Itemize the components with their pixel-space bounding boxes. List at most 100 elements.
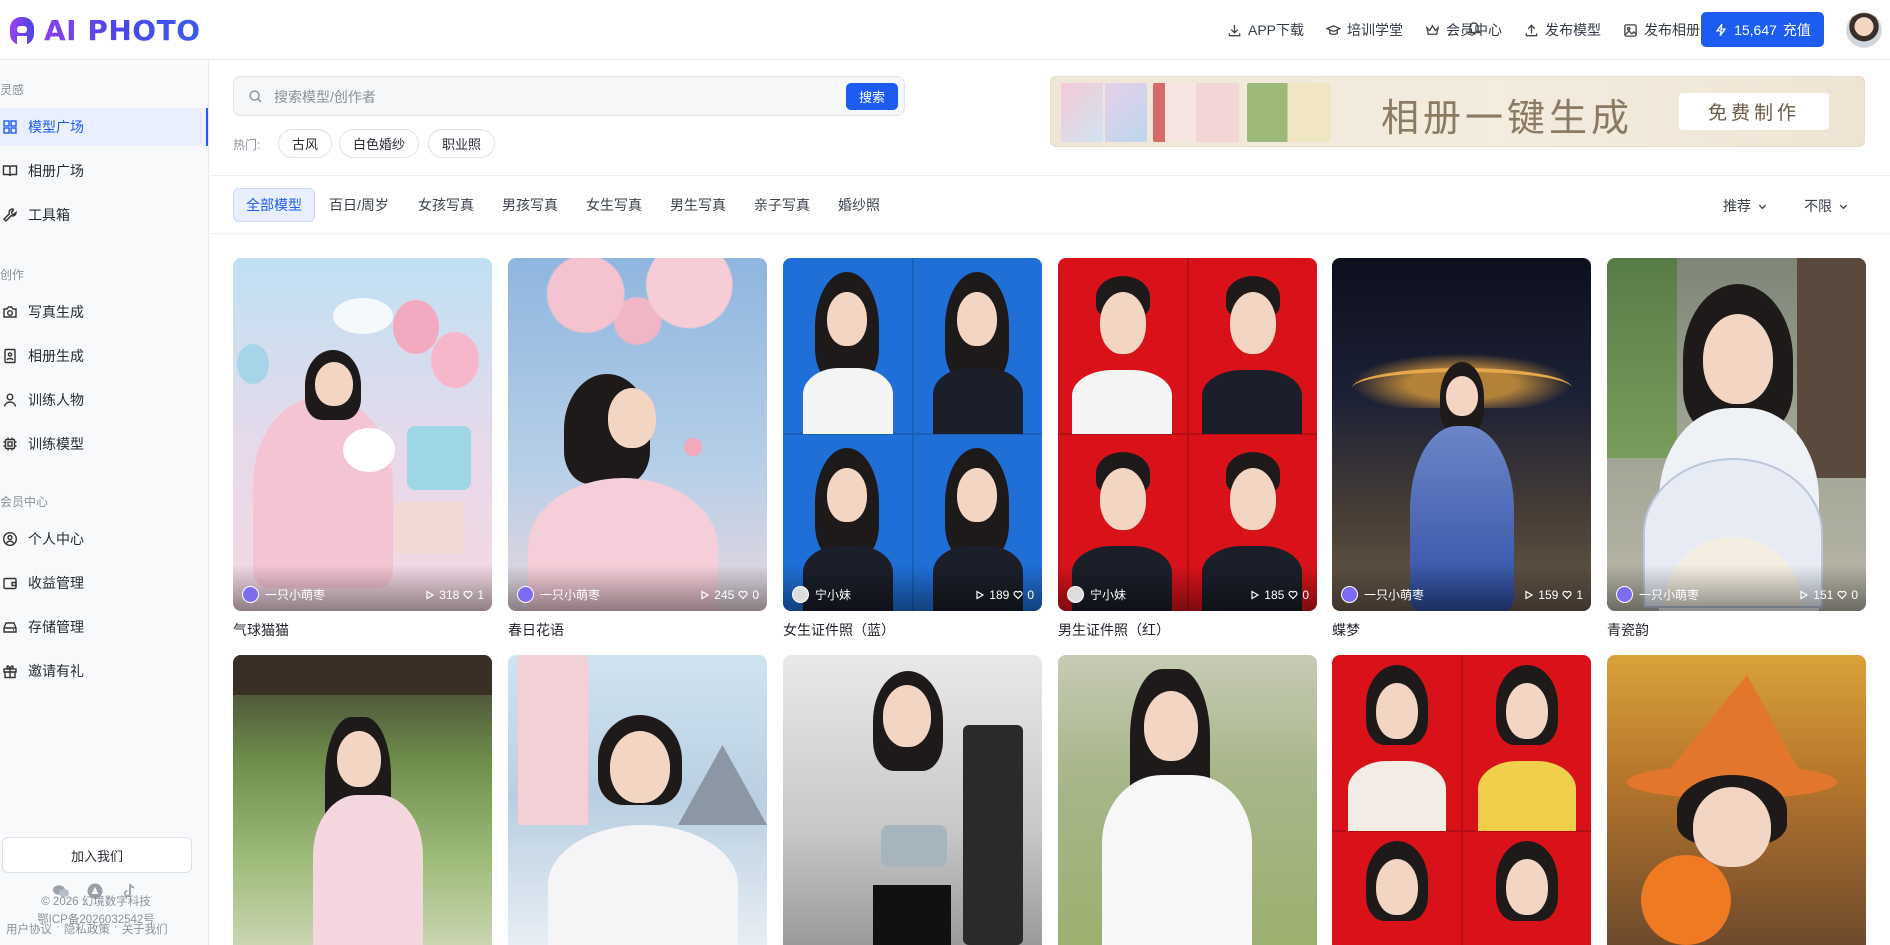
sidebar-item-model-square[interactable]: 模型广场 xyxy=(0,108,208,146)
range-dropdown[interactable]: 不限 xyxy=(1804,196,1849,216)
tab-man[interactable]: 男生写真 xyxy=(658,188,738,222)
gift-icon xyxy=(3,665,17,679)
image-icon xyxy=(1624,23,1637,37)
sidebar-item-label: 工具箱 xyxy=(28,207,70,223)
tab-family[interactable]: 亲子写真 xyxy=(742,188,822,222)
app-logo[interactable]: AI PHOTO xyxy=(8,14,201,47)
search-input[interactable] xyxy=(274,85,814,109)
sidebar-item-personal-center[interactable]: 个人中心 xyxy=(0,520,208,558)
card-stats: 189 0 xyxy=(975,588,1034,602)
search-icon xyxy=(249,90,262,103)
sidebar-item-train-person[interactable]: 训练人物 xyxy=(0,381,208,419)
card-author: 一只小萌枣 xyxy=(242,586,325,603)
balance-value: 15,647 xyxy=(1734,21,1777,38)
model-card[interactable] xyxy=(783,655,1042,945)
model-card[interactable]: 一只小萌枣 318 1 气球猫猫 xyxy=(233,258,492,640)
play-icon xyxy=(701,590,710,600)
model-card[interactable] xyxy=(1332,655,1591,945)
author-name: 一只小萌枣 xyxy=(1364,588,1425,602)
likes-count: 0 xyxy=(1851,588,1858,602)
banner-cta-button[interactable]: 免费制作 xyxy=(1679,93,1829,130)
camera-icon xyxy=(3,306,17,318)
author-name: 宁小妹 xyxy=(1090,588,1127,602)
model-card-title: 春日花语 xyxy=(508,622,564,638)
model-card[interactable]: 宁小妹 189 0 女生证件照（蓝） xyxy=(783,258,1042,640)
sidebar-item-storage[interactable]: 存储管理 xyxy=(0,608,208,646)
grid-icon xyxy=(3,120,17,134)
model-card-image xyxy=(1607,655,1866,945)
author-avatar xyxy=(1341,586,1358,603)
sort-dropdown[interactable]: 推荐 xyxy=(1723,196,1768,216)
tab-all-models[interactable]: 全部模型 xyxy=(233,188,315,222)
sidebar-item-toolbox[interactable]: 工具箱 xyxy=(0,196,208,234)
play-icon xyxy=(426,590,435,600)
recharge-button[interactable]: 15,647 充值 xyxy=(1701,12,1824,47)
sidebar-item-label: 相册广场 xyxy=(28,163,84,179)
search-button[interactable]: 搜索 xyxy=(846,83,898,110)
top-nav: APP下载 培训学堂 会员中心 发布模型 发布相册 xyxy=(1227,0,1700,60)
likes-count: 0 xyxy=(1027,588,1034,602)
play-icon xyxy=(976,590,985,600)
tab-wedding[interactable]: 婚纱照 xyxy=(826,188,892,222)
model-card[interactable] xyxy=(1058,655,1317,945)
sidebar-item-album-generate[interactable]: 相册生成 xyxy=(0,337,208,375)
views-count: 318 xyxy=(439,588,460,602)
tab-woman[interactable]: 女生写真 xyxy=(574,188,654,222)
user-icon xyxy=(3,393,17,407)
user-avatar[interactable] xyxy=(1846,12,1882,48)
sidebar-item-earnings[interactable]: 收益管理 xyxy=(0,564,208,602)
sidebar-item-train-model[interactable]: 训练模型 xyxy=(0,425,208,463)
sidebar: 灵感 模型广场 相册广场 工具箱 创作 写真生成 相册生成 训练人物 训练模型 … xyxy=(0,60,209,945)
nav-publish-model[interactable]: 发布模型 xyxy=(1524,20,1601,40)
card-author: 一只小萌枣 xyxy=(517,586,600,603)
nav-label: 发布相册 xyxy=(1644,22,1700,38)
model-card-image: 一只小萌枣 318 1 xyxy=(233,258,492,611)
sidebar-item-label: 写真生成 xyxy=(28,304,84,320)
notification-button[interactable] xyxy=(1466,20,1482,39)
views-count: 245 xyxy=(714,588,735,602)
hot-label: 热门: xyxy=(233,138,261,152)
model-card[interactable]: 宁小妹 185 0 男生证件照（红） xyxy=(1058,258,1317,640)
tab-baby[interactable]: 百日/周岁 xyxy=(317,188,401,222)
model-card[interactable]: 一只小萌枣 245 0 春日花语 xyxy=(508,258,767,640)
crown-icon xyxy=(1425,24,1440,35)
author-name: 宁小妹 xyxy=(815,588,852,602)
sidebar-item-label: 个人中心 xyxy=(28,531,84,547)
copyright: © 2026 幻境数字科技 xyxy=(41,896,151,908)
card-stats: 159 1 xyxy=(1524,588,1583,602)
chevron-down-icon xyxy=(1839,204,1848,209)
card-author: 一只小萌枣 xyxy=(1341,586,1424,603)
upload-icon xyxy=(1525,23,1538,36)
views-count: 189 xyxy=(989,588,1010,602)
card-stats: 318 1 xyxy=(425,588,484,602)
model-card[interactable] xyxy=(1607,655,1866,945)
nav-member-center[interactable]: 会员中心 xyxy=(1425,20,1502,40)
heart-icon xyxy=(1288,590,1298,600)
logo-text: AI PHOTO xyxy=(44,14,201,47)
nav-training[interactable]: 培训学堂 xyxy=(1326,20,1403,40)
search-box: 搜索 xyxy=(233,76,905,116)
join-us-button[interactable]: 加入我们 xyxy=(2,837,192,873)
model-card-title: 气球猫猫 xyxy=(233,622,289,638)
sidebar-item-album-square[interactable]: 相册广场 xyxy=(0,152,208,190)
bell-icon xyxy=(1466,22,1482,35)
nav-app-download[interactable]: APP下载 xyxy=(1227,20,1304,40)
sidebar-item-invite[interactable]: 邀请有礼 xyxy=(0,652,208,690)
sidebar-item-photo-generate[interactable]: 写真生成 xyxy=(0,293,208,331)
model-card[interactable] xyxy=(508,655,767,945)
tab-girl[interactable]: 女孩写真 xyxy=(406,188,486,222)
model-card[interactable]: 一只小萌枣 159 1 蝶梦 xyxy=(1332,258,1591,640)
banner-title: 相册一键生成 xyxy=(1381,96,1634,140)
hot-tag[interactable]: 职业照 xyxy=(428,129,496,158)
nav-publish-album[interactable]: 发布相册 xyxy=(1623,20,1700,40)
sidebar-item-label: 模型广场 xyxy=(28,119,84,135)
hot-tag[interactable]: 白色婚纱 xyxy=(339,129,420,158)
album-promo-banner[interactable]: 相册一键生成 免费制作 xyxy=(1050,76,1865,147)
tab-boy[interactable]: 男孩写真 xyxy=(490,188,570,222)
model-card[interactable] xyxy=(233,655,492,945)
model-card[interactable]: 一只小萌枣 151 0 青瓷韵 xyxy=(1607,258,1866,640)
hot-tag[interactable]: 古风 xyxy=(278,129,333,158)
heart-icon xyxy=(1013,590,1023,600)
banner-thumbnail xyxy=(1061,83,1103,142)
wrench-icon xyxy=(3,208,17,222)
